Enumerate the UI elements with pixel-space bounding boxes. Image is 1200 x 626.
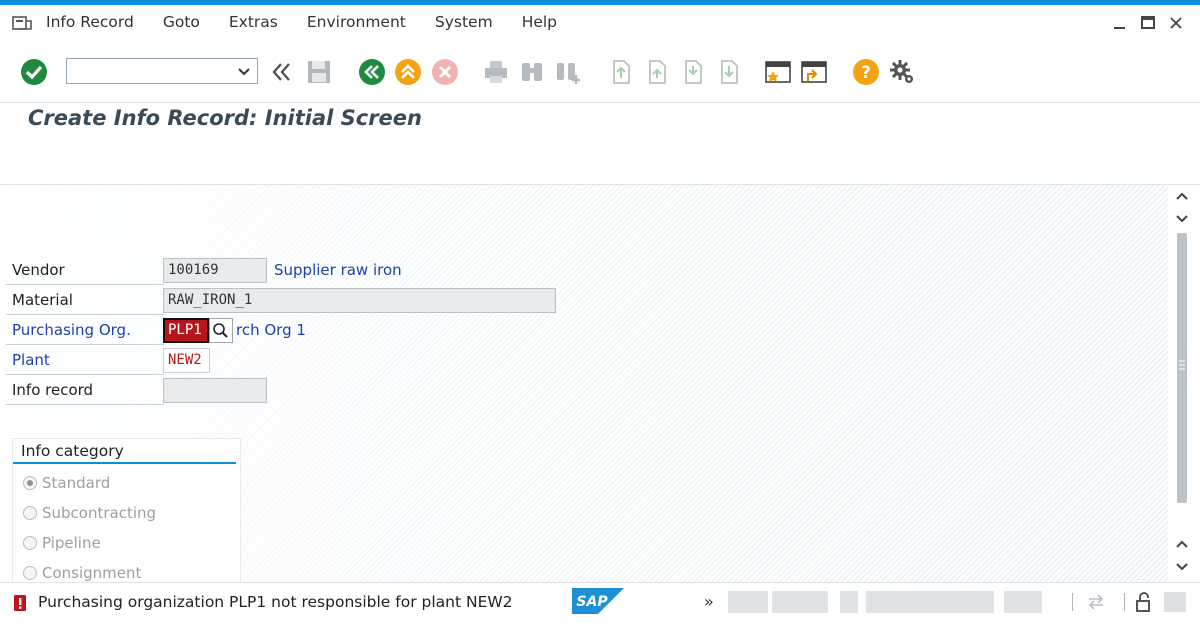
sap-logo-text: SAP bbox=[576, 594, 608, 610]
vendor-description: Supplier raw iron bbox=[274, 261, 402, 279]
previous-page-icon[interactable] bbox=[642, 58, 670, 86]
first-page-icon[interactable] bbox=[606, 58, 634, 86]
search-help-icon[interactable] bbox=[209, 318, 233, 343]
radio-pipeline[interactable]: Pipeline bbox=[23, 532, 101, 554]
redacted-system-info bbox=[728, 591, 768, 613]
chevron-up-icon[interactable] bbox=[1175, 537, 1189, 551]
history-back-icon[interactable] bbox=[268, 58, 296, 86]
find-next-icon[interactable] bbox=[554, 58, 582, 86]
title-bar: Create Info Record: Initial Screen bbox=[0, 102, 1200, 140]
status-more-toggle[interactable]: » bbox=[704, 592, 714, 611]
main-content: Vendor 100169 Supplier raw iron Material… bbox=[6, 185, 1168, 582]
radio-label: Consignment bbox=[42, 564, 142, 582]
last-page-icon[interactable] bbox=[714, 58, 742, 86]
cancel-icon[interactable] bbox=[431, 58, 459, 86]
page-title: Create Info Record: Initial Screen bbox=[28, 106, 422, 130]
redacted-system-info bbox=[772, 591, 828, 613]
divider bbox=[6, 284, 164, 285]
menu-system[interactable]: System bbox=[435, 13, 493, 31]
menu-goto[interactable]: Goto bbox=[163, 13, 200, 31]
radio-label: Standard bbox=[42, 474, 111, 492]
close-icon[interactable] bbox=[1168, 15, 1184, 31]
enter-check-icon[interactable] bbox=[20, 58, 48, 86]
print-icon[interactable] bbox=[482, 58, 510, 86]
radio-icon bbox=[23, 566, 37, 580]
info-category-group: Info category Standard Subcontracting Pi… bbox=[12, 438, 241, 582]
info-record-label: Info record bbox=[12, 381, 94, 399]
exit-icon[interactable] bbox=[394, 58, 422, 86]
redacted-system-info bbox=[866, 591, 994, 613]
chevron-down-icon[interactable] bbox=[237, 64, 251, 78]
material-row: Material RAW_IRON_1 bbox=[6, 286, 566, 315]
standard-toolbar: ? bbox=[0, 42, 1200, 102]
radio-icon bbox=[23, 536, 37, 550]
vertical-scrollbar[interactable] bbox=[1171, 185, 1193, 582]
radio-label: Subcontracting bbox=[42, 504, 157, 522]
redacted-system-info bbox=[1004, 591, 1042, 613]
create-session-icon[interactable] bbox=[764, 58, 792, 86]
customize-layout-icon[interactable] bbox=[888, 58, 916, 86]
info-record-row: Info record bbox=[6, 376, 406, 405]
divider bbox=[1124, 593, 1125, 611]
next-page-icon[interactable] bbox=[678, 58, 706, 86]
generate-shortcut-icon[interactable] bbox=[800, 58, 828, 86]
help-icon[interactable]: ? bbox=[852, 58, 880, 86]
material-label: Material bbox=[12, 291, 73, 309]
plant-input[interactable]: NEW2 bbox=[163, 348, 210, 373]
scrollbar-thumb[interactable] bbox=[1177, 233, 1187, 503]
material-input[interactable]: RAW_IRON_1 bbox=[163, 288, 556, 313]
chevron-up-icon[interactable] bbox=[1175, 189, 1189, 203]
menu-extras[interactable]: Extras bbox=[229, 13, 278, 31]
minimize-icon[interactable] bbox=[1112, 15, 1128, 31]
purchasing-org-label: Purchasing Org. bbox=[12, 321, 131, 339]
unlock-icon[interactable] bbox=[1134, 591, 1154, 613]
vendor-row: Vendor 100169 Supplier raw iron bbox=[6, 256, 406, 285]
save-icon[interactable] bbox=[305, 58, 333, 86]
application-toolbar bbox=[0, 139, 1200, 185]
plant-row: Plant NEW2 bbox=[6, 346, 406, 375]
radio-standard[interactable]: Standard bbox=[23, 472, 110, 494]
menu-bar: Info Record Goto Extras Environment Syst… bbox=[0, 5, 1200, 42]
menu-info-record[interactable]: Info Record bbox=[46, 13, 134, 31]
purchasing-org-row: Purchasing Org. PLP1 rch Org 1 bbox=[6, 316, 406, 345]
radio-label: Pipeline bbox=[42, 534, 101, 552]
swap-icon[interactable] bbox=[1086, 593, 1106, 611]
radio-selected-icon bbox=[23, 476, 37, 490]
vendor-input[interactable]: 100169 bbox=[163, 258, 267, 283]
find-icon[interactable] bbox=[518, 58, 546, 86]
divider bbox=[1072, 593, 1073, 611]
radio-subcontracting[interactable]: Subcontracting bbox=[23, 502, 156, 524]
menu-help[interactable]: Help bbox=[522, 13, 557, 31]
info-category-title: Info category bbox=[21, 442, 124, 460]
vendor-label: Vendor bbox=[12, 261, 65, 279]
chevron-down-icon[interactable] bbox=[1175, 211, 1189, 225]
divider bbox=[6, 314, 164, 315]
purchasing-org-input[interactable]: PLP1 bbox=[163, 318, 209, 343]
status-redacted bbox=[1160, 589, 1188, 615]
status-message[interactable]: Purchasing organization PLP1 not respons… bbox=[38, 593, 513, 611]
error-icon bbox=[12, 594, 28, 612]
divider bbox=[6, 374, 164, 375]
chevron-down-icon[interactable] bbox=[1175, 559, 1189, 573]
menu-environment[interactable]: Environment bbox=[307, 13, 406, 31]
command-field[interactable] bbox=[66, 58, 258, 84]
info-record-input[interactable] bbox=[163, 378, 267, 403]
svg-text:?: ? bbox=[861, 63, 871, 83]
radio-icon bbox=[23, 506, 37, 520]
divider bbox=[6, 404, 164, 405]
sap-logo: SAP bbox=[572, 588, 624, 614]
back-icon[interactable] bbox=[358, 58, 386, 86]
redacted-system-info bbox=[840, 591, 858, 613]
maximize-icon[interactable] bbox=[1140, 15, 1156, 31]
radio-consignment[interactable]: Consignment bbox=[23, 562, 141, 582]
divider bbox=[6, 344, 164, 345]
group-divider bbox=[13, 462, 236, 464]
plant-label: Plant bbox=[12, 351, 50, 369]
status-bar: Purchasing organization PLP1 not respons… bbox=[0, 582, 1200, 626]
purchasing-org-description: rch Org 1 bbox=[236, 321, 306, 339]
menu-icon[interactable] bbox=[12, 16, 32, 31]
